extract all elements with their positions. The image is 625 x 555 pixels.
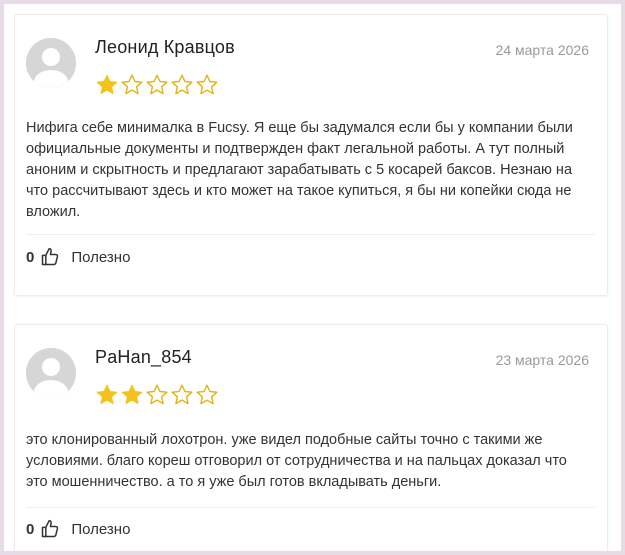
review-date: 23 марта 2026 <box>495 352 589 368</box>
star-empty-icon <box>195 73 219 97</box>
review-date: 24 марта 2026 <box>495 42 589 58</box>
helpful-button[interactable]: Полезно <box>71 521 130 538</box>
helpful-count: 0 <box>26 520 35 538</box>
star-rating <box>95 73 220 99</box>
reviews-container: Леонид Кравцов 24 марта 2026 Нифига себе… <box>4 4 621 551</box>
review-author: Леонид Кравцов <box>95 37 235 57</box>
star-empty-icon <box>170 383 194 407</box>
helpful-row: 0 Полезно <box>26 245 130 269</box>
star-filled-icon <box>95 383 119 407</box>
user-avatar-icon <box>26 38 76 88</box>
helpful-count: 0 <box>26 248 35 266</box>
helpful-button[interactable]: Полезно <box>71 249 130 266</box>
star-empty-icon <box>120 73 144 97</box>
star-empty-icon <box>170 73 194 97</box>
star-filled-icon <box>95 73 119 97</box>
divider <box>26 234 595 235</box>
helpful-row: 0 Полезно <box>26 517 130 541</box>
thumbs-up-icon[interactable] <box>40 247 60 267</box>
review-text: Нифига себе минималка в Fucsy. Я еще бы … <box>26 120 573 220</box>
thumbs-up-icon[interactable] <box>40 519 60 539</box>
star-empty-icon <box>145 73 169 97</box>
star-empty-icon <box>195 383 219 407</box>
review-card: Леонид Кравцов 24 марта 2026 Нифига себе… <box>14 14 608 296</box>
star-filled-icon <box>120 383 144 407</box>
review-author: PaHan_854 <box>95 347 192 367</box>
star-rating <box>95 383 220 409</box>
divider <box>26 507 595 508</box>
review-card: PaHan_854 23 марта 2026 это клонированны… <box>14 324 608 551</box>
star-empty-icon <box>145 383 169 407</box>
review-text: это клонированный лохотрон. уже видел по… <box>26 432 567 490</box>
user-avatar-icon <box>26 348 76 398</box>
